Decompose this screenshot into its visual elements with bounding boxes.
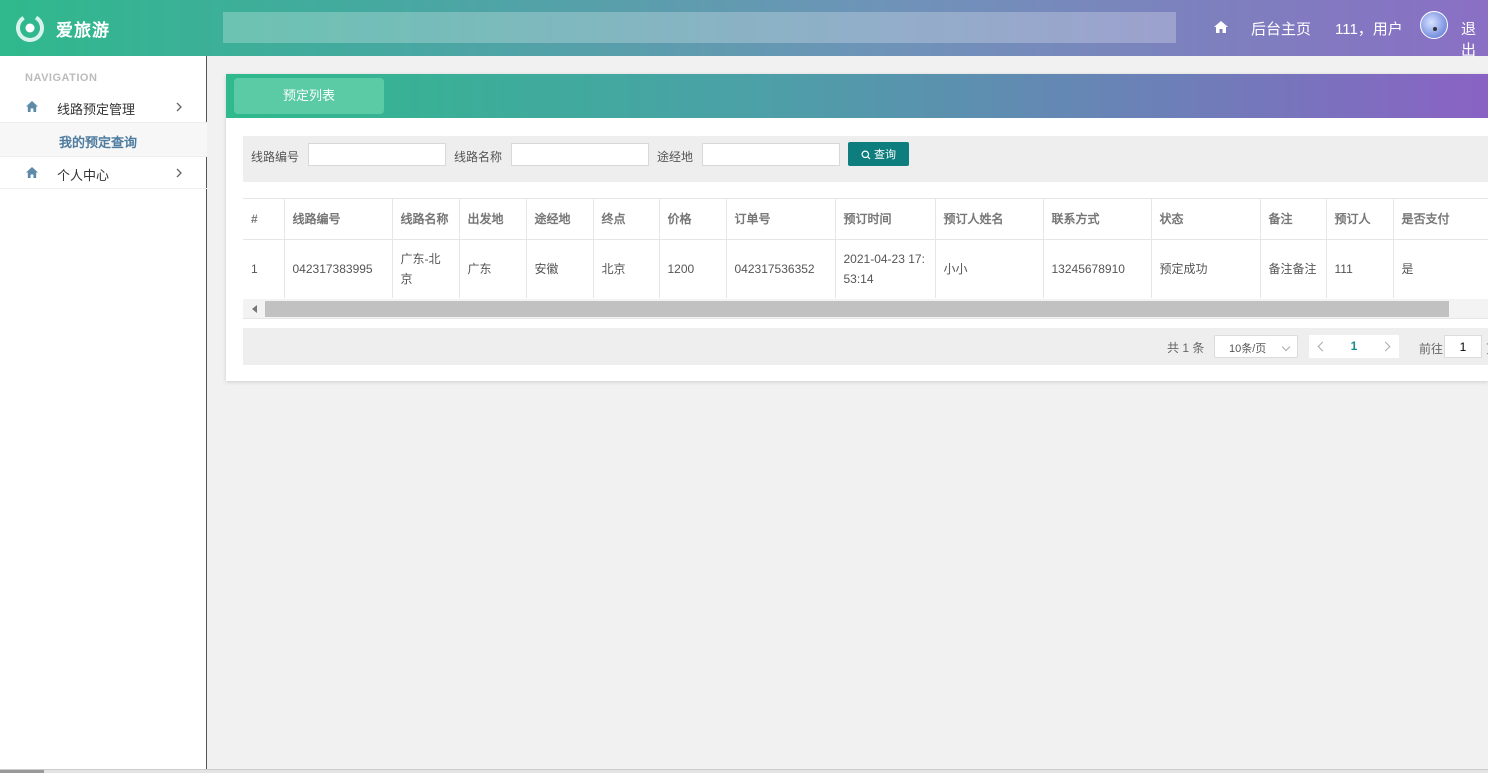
table-cell: 111 [1326, 239, 1394, 298]
table-cell: 广东-北京 [392, 239, 460, 298]
sidebar-item-label: 个人中心 [57, 168, 110, 183]
sidebar-subitem-label: 我的预定查询 [59, 135, 138, 150]
col-header[interactable]: 备注 [1260, 199, 1327, 240]
col-header[interactable]: 是否支付 [1393, 199, 1488, 240]
col-header[interactable]: 预订人 [1326, 199, 1394, 240]
table-cell: 042317383995 [284, 239, 393, 298]
home-icon[interactable] [1212, 18, 1230, 36]
next-page-button[interactable] [1375, 335, 1399, 358]
panel-header: 预定列表 [226, 74, 1488, 118]
query-button[interactable]: 查询 [848, 142, 909, 166]
table-cell: 042317536352 [726, 239, 836, 298]
col-header[interactable]: 出发地 [459, 199, 527, 240]
top-bar: 爱旅游 后台主页 111，用户 退出 [0, 0, 1488, 59]
col-header[interactable]: 预订时间 [835, 199, 936, 240]
table-cell: 安徽 [526, 239, 594, 298]
query-button-label: 查询 [874, 149, 896, 161]
search-form: 线路编号 线路名称 途经地 查询 [243, 136, 1488, 182]
col-header[interactable]: 联系方式 [1043, 199, 1152, 240]
goto-page-input[interactable] [1444, 335, 1482, 358]
top-search-input[interactable] [223, 12, 1176, 43]
page-size-value: 10条/页 [1229, 343, 1267, 355]
chevron-down-icon [1281, 342, 1291, 352]
home-icon [26, 167, 38, 178]
booking-table: # 线路编号 线路名称 出发地 途经地 终点 价格 订单号 预订时间 预订人姓名… [243, 198, 1488, 298]
chevron-right-icon [176, 102, 182, 112]
avatar[interactable] [1420, 11, 1448, 39]
table-cell: 13245678910 [1043, 239, 1152, 298]
search-icon [861, 150, 871, 160]
admin-home-link[interactable]: 后台主页 [1251, 18, 1311, 39]
sidebar-item-route-booking[interactable]: 线路预定管理 [0, 91, 207, 123]
table-row[interactable]: 1 042317383995 广东-北京 广东 安徽 北京 1200 04231… [243, 239, 1488, 298]
home-icon [26, 101, 38, 112]
col-header[interactable]: 状态 [1151, 199, 1261, 240]
route-no-input[interactable] [308, 143, 446, 166]
table-cell: 是 [1393, 239, 1488, 298]
tab-booking-list[interactable]: 预定列表 [234, 78, 384, 114]
sidebar-subitem-my-bookings[interactable]: 我的预定查询 [0, 123, 207, 157]
table-cell: 2021-04-23 17:53:14 [835, 239, 936, 298]
table-cell: 广东 [459, 239, 527, 298]
logout-link[interactable]: 退出 [1461, 18, 1488, 60]
col-header[interactable]: 终点 [593, 199, 660, 240]
scrollbar-thumb[interactable] [265, 301, 1449, 317]
sidebar-item-personal-center[interactable]: 个人中心 [0, 157, 207, 189]
table-cell: 1 [243, 239, 285, 298]
horizontal-scrollbar[interactable] [243, 299, 1488, 319]
table-cell: 备注备注 [1260, 239, 1327, 298]
sidebar: NAVIGATION 线路预定管理 我的预定查询 个人中心 [0, 56, 207, 769]
col-header[interactable]: 线路名称 [392, 199, 460, 240]
sidebar-item-label: 线路预定管理 [57, 102, 136, 117]
scroll-left-icon[interactable] [252, 305, 257, 313]
user-label: 111，用户 [1335, 21, 1403, 38]
table-header-row: # 线路编号 线路名称 出发地 途经地 终点 价格 订单号 预订时间 预订人姓名… [243, 199, 1488, 240]
window-bottom-strip [0, 769, 1488, 773]
route-name-label: 线路名称 [454, 150, 503, 164]
table-cell: 预定成功 [1151, 239, 1261, 298]
table-cell: 北京 [593, 239, 660, 298]
col-header[interactable]: 订单号 [726, 199, 836, 240]
route-name-input[interactable] [511, 143, 649, 166]
table-cell: 1200 [659, 239, 727, 298]
col-header[interactable]: 途经地 [526, 199, 594, 240]
goto-label: 前往 [1419, 342, 1444, 356]
booking-list-panel: 预定列表 线路编号 线路名称 途经地 查询 # 线路编号 线路名称 出发地 途经… [226, 74, 1488, 381]
via-label: 途经地 [657, 150, 694, 164]
col-header[interactable]: 预订人姓名 [935, 199, 1044, 240]
pagination: 共 1 条 10条/页 1 前往 页 [243, 328, 1488, 365]
page-size-select[interactable]: 10条/页 [1214, 335, 1298, 358]
page-number-current[interactable]: 1 [1333, 335, 1375, 358]
via-input[interactable] [702, 143, 840, 166]
table-cell: 小小 [935, 239, 1044, 298]
col-header[interactable]: 线路编号 [284, 199, 393, 240]
col-header: # [243, 199, 285, 240]
col-header[interactable]: 价格 [659, 199, 727, 240]
total-count: 共 1 条 [1167, 341, 1205, 355]
chevron-right-icon [176, 168, 182, 178]
logo-icon [16, 14, 44, 42]
prev-page-button[interactable] [1309, 335, 1333, 358]
route-no-label: 线路编号 [251, 150, 300, 164]
brand-name: 爱旅游 [56, 21, 110, 40]
nav-title: NAVIGATION [25, 72, 98, 84]
